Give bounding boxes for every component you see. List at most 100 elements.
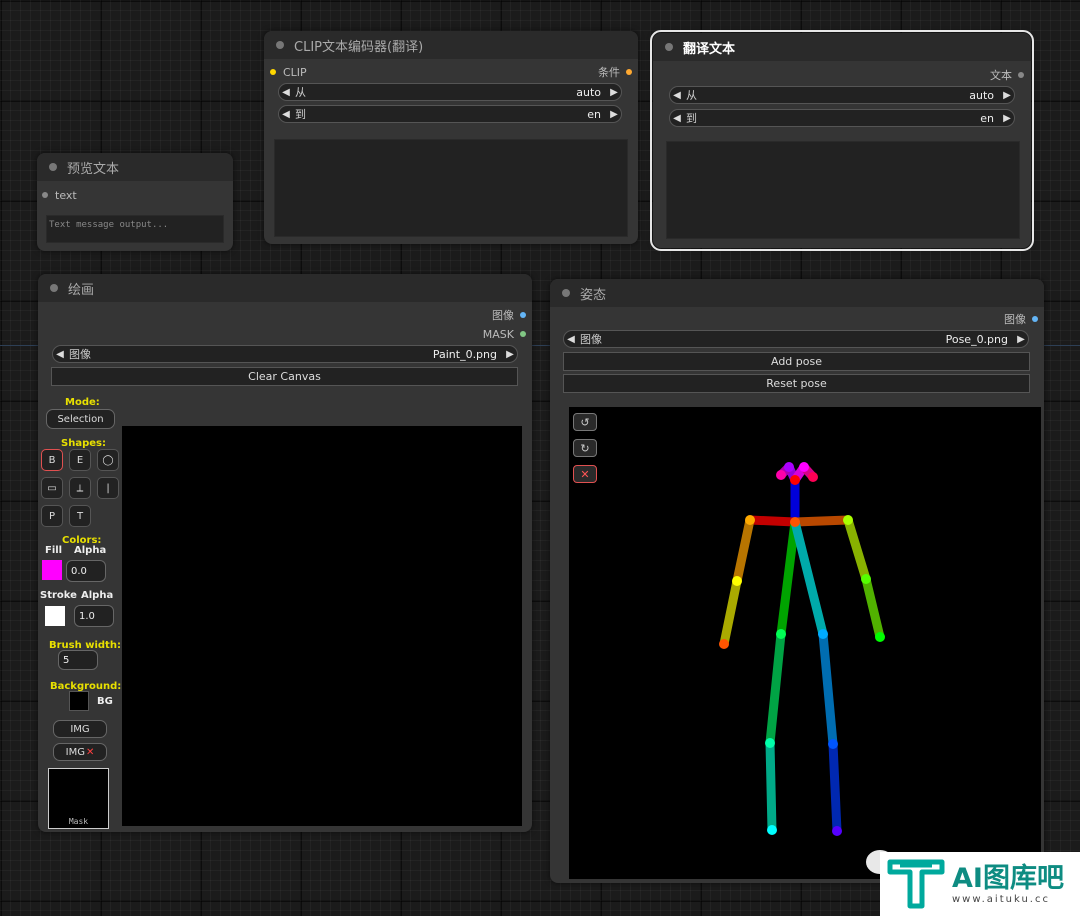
mode-label: Mode: xyxy=(65,397,100,408)
slot-dot-icon xyxy=(626,69,632,75)
node-title: 预览文本 xyxy=(67,161,120,177)
pose-skeleton[interactable] xyxy=(569,407,1041,879)
joint-lwrist xyxy=(875,632,885,642)
input-slot-text[interactable]: text xyxy=(42,187,77,203)
joint-leye xyxy=(799,462,809,472)
arrow-left-icon[interactable]: ◀ xyxy=(670,90,684,101)
watermark-brand: AI图库吧 xyxy=(952,862,1064,894)
output-slot-image[interactable]: 图像 xyxy=(1004,311,1038,327)
mode-selection-button[interactable]: Selection xyxy=(46,409,115,429)
paint-node[interactable]: 绘画 图像 MASK ◀ 图像 Paint_0.png ▶ Clear Canvas … xyxy=(38,274,532,832)
load-image-button[interactable]: IMG xyxy=(53,720,107,738)
pose-image-select[interactable]: ◀ 图像 Pose_0.png ▶ xyxy=(563,330,1029,348)
paint-image-select[interactable]: ◀ 图像 Paint_0.png ▶ xyxy=(52,345,518,363)
remove-image-button[interactable]: IMG ✕ xyxy=(53,743,107,761)
bone-rhip-rknee xyxy=(765,629,786,748)
node-title: 翻译文本 xyxy=(683,41,736,57)
translate-text-node[interactable]: 翻译文本 文本 ◀ 从 auto ▶ ◀ 到 en ▶ xyxy=(650,30,1034,251)
joint-relbow xyxy=(732,576,742,586)
bone-relbow-rwrist xyxy=(719,576,742,649)
collapse-dot-icon[interactable] xyxy=(665,43,673,51)
slot-dot-icon xyxy=(1032,316,1038,322)
joint-lear xyxy=(808,472,818,482)
bone-neck-lshoulder xyxy=(790,515,853,527)
node-title: CLIP文本编码器(翻译) xyxy=(294,39,424,55)
to-language-select[interactable]: ◀ 到 en ▶ xyxy=(669,109,1015,127)
stroke-color-swatch[interactable] xyxy=(45,606,65,626)
collapse-dot-icon[interactable] xyxy=(49,163,57,171)
arrow-right-icon[interactable]: ▶ xyxy=(503,349,517,360)
bone-neck-rhip xyxy=(776,517,800,639)
joint-rknee xyxy=(765,738,775,748)
joint-nose xyxy=(790,475,800,485)
arrow-right-icon[interactable]: ▶ xyxy=(1000,90,1014,101)
arrow-left-icon[interactable]: ◀ xyxy=(279,109,293,120)
node-title-bar[interactable]: 绘画 xyxy=(38,274,532,302)
translate-textarea[interactable] xyxy=(666,141,1020,239)
joint-lelbow xyxy=(861,574,871,584)
bone-lelbow-lwrist xyxy=(861,574,885,642)
joint-rshoulder xyxy=(745,515,755,525)
text-output-placeholder: Text message output... xyxy=(49,220,169,230)
arrow-left-icon[interactable]: ◀ xyxy=(53,349,67,360)
arrow-right-icon[interactable]: ▶ xyxy=(607,87,621,98)
prompt-textarea[interactable] xyxy=(274,139,628,237)
slot-dot-icon xyxy=(520,312,526,318)
output-slot-mask[interactable]: MASK xyxy=(483,326,526,342)
watermark: AI图库吧 www.aituku.cc xyxy=(880,852,1080,916)
node-title-bar[interactable]: 姿态 xyxy=(550,279,1044,307)
add-pose-button[interactable]: Add pose xyxy=(563,352,1030,371)
pose-canvas[interactable]: ↺ ↻ ✕ xyxy=(569,407,1041,879)
rectangle-tool-button[interactable]: ▭ xyxy=(41,477,63,499)
slot-dot-icon xyxy=(1018,72,1024,78)
output-slot-conditioning[interactable]: 条件 xyxy=(598,64,632,80)
reset-pose-button[interactable]: Reset pose xyxy=(563,374,1030,393)
brush-tool-button[interactable]: B xyxy=(41,449,63,471)
slot-dot-icon xyxy=(42,192,48,198)
node-title-bar[interactable]: CLIP文本编码器(翻译) xyxy=(264,31,638,59)
close-icon: ✕ xyxy=(85,746,95,758)
node-title-bar[interactable]: 翻译文本 xyxy=(653,33,1031,61)
node-title: 姿态 xyxy=(580,287,607,303)
slot-dot-icon xyxy=(270,69,276,75)
arrow-right-icon[interactable]: ▶ xyxy=(1000,113,1014,124)
clip-text-encoder-node[interactable]: CLIP文本编码器(翻译) CLIP 条件 ◀ 从 auto ▶ ◀ 到 en ▶ xyxy=(264,31,638,244)
mask-preview[interactable]: Mask xyxy=(48,768,109,829)
triangle-tool-button[interactable]: ⟂ xyxy=(69,477,91,499)
watermark-text: AI图库吧 www.aituku.cc xyxy=(952,862,1064,905)
output-slot-text[interactable]: 文本 xyxy=(990,67,1024,83)
arrow-right-icon[interactable]: ▶ xyxy=(1014,334,1028,345)
background-color-swatch[interactable] xyxy=(69,691,89,711)
pose-node[interactable]: 姿态 图像 ◀ 图像 Pose_0.png ▶ Add pose Reset pose… xyxy=(550,279,1044,883)
brush-width-input[interactable]: 5 xyxy=(58,650,98,670)
fill-color-swatch[interactable] xyxy=(42,560,62,580)
line-tool-button[interactable]: | xyxy=(97,477,119,499)
collapse-dot-icon[interactable] xyxy=(276,41,284,49)
fill-alpha-input[interactable]: 0.0 xyxy=(66,560,106,582)
collapse-dot-icon[interactable] xyxy=(562,289,570,297)
text-output-area[interactable]: Text message output... xyxy=(46,215,224,243)
from-language-select[interactable]: ◀ 从 auto ▶ xyxy=(278,83,622,101)
collapse-dot-icon[interactable] xyxy=(50,284,58,292)
fill-alpha-label: Alpha xyxy=(74,545,107,556)
preview-text-node[interactable]: 预览文本 text Text message output... xyxy=(37,153,233,251)
eraser-tool-button[interactable]: E xyxy=(69,449,91,471)
node-title-bar[interactable]: 预览文本 xyxy=(37,153,233,181)
to-language-select[interactable]: ◀ 到 en ▶ xyxy=(278,105,622,123)
bone-neck-lhip xyxy=(790,517,828,639)
output-slot-image[interactable]: 图像 xyxy=(492,307,526,323)
paint-canvas[interactable] xyxy=(122,426,522,826)
pencil-tool-button[interactable]: P xyxy=(41,505,63,527)
arrow-left-icon[interactable]: ◀ xyxy=(279,87,293,98)
fill-label: Fill xyxy=(45,545,63,556)
arrow-right-icon[interactable]: ▶ xyxy=(607,109,621,120)
input-slot-clip[interactable]: CLIP xyxy=(270,64,307,80)
arrow-left-icon[interactable]: ◀ xyxy=(670,113,684,124)
slot-dot-icon xyxy=(520,331,526,337)
circle-tool-button[interactable]: ◯ xyxy=(97,449,119,471)
arrow-left-icon[interactable]: ◀ xyxy=(564,334,578,345)
clear-canvas-button[interactable]: Clear Canvas xyxy=(51,367,518,386)
from-language-select[interactable]: ◀ 从 auto ▶ xyxy=(669,86,1015,104)
text-tool-button[interactable]: T xyxy=(69,505,91,527)
stroke-alpha-input[interactable]: 1.0 xyxy=(74,605,114,627)
